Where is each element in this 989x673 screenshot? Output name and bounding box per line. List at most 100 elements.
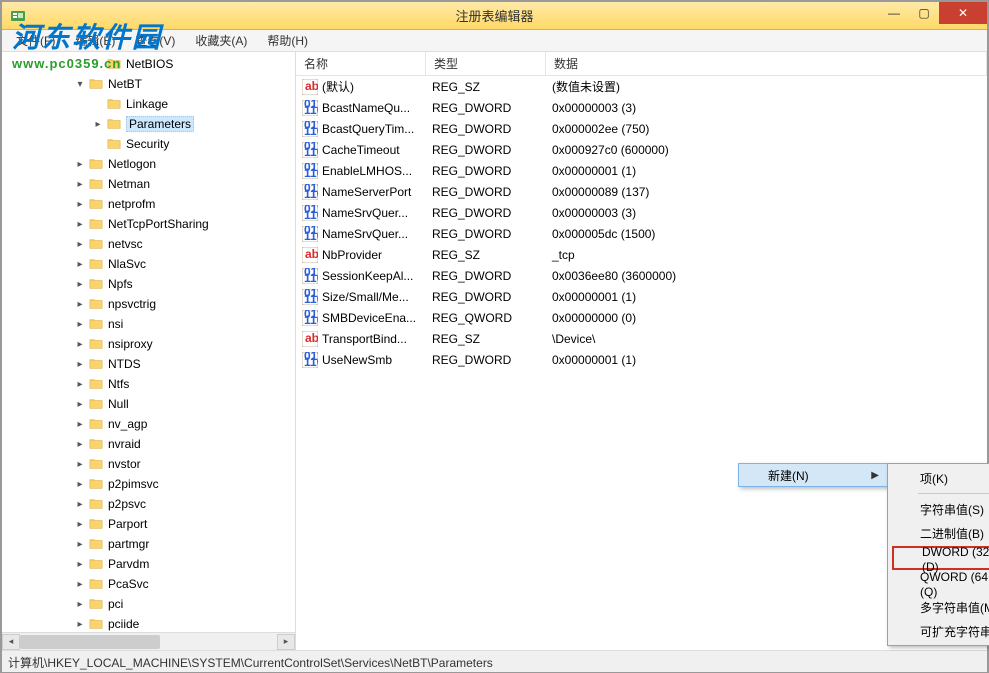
maximize-button[interactable]: ▢ [909, 2, 939, 24]
tree-item[interactable]: ▸netprofm [2, 194, 295, 214]
tree-item[interactable]: ▸pci [2, 594, 295, 614]
tree-item[interactable]: ▸pciide [2, 614, 295, 632]
expand-toggle-icon[interactable]: ▸ [74, 258, 86, 270]
expand-toggle-icon[interactable]: ▸ [74, 278, 86, 290]
tree-item[interactable]: ▾NetBT [2, 74, 295, 94]
expand-toggle-icon[interactable]: ▸ [74, 198, 86, 210]
ctx-newtype-item[interactable]: 可扩充字符串值(E) [890, 619, 989, 643]
value-row[interactable]: UseNewSmbREG_DWORD0x00000001 (1) [296, 349, 987, 370]
value-row[interactable]: BcastNameQu...REG_DWORD0x00000003 (3) [296, 97, 987, 118]
context-menu-primary: 新建(N) ▶ [738, 463, 888, 487]
tree-item[interactable]: ▸ PcaSvc [2, 574, 295, 594]
value-row[interactable]: NbProviderREG_SZ_tcp [296, 244, 987, 265]
tree-item[interactable]: ▸nsiproxy [2, 334, 295, 354]
value-row[interactable]: EnableLMHOS...REG_DWORD0x00000001 (1) [296, 160, 987, 181]
expand-toggle-icon[interactable]: ▸ [92, 118, 104, 130]
ctx-new[interactable]: 新建(N) ▶ [738, 463, 888, 487]
close-button[interactable]: ✕ [939, 2, 987, 24]
ctx-newtype-item[interactable]: QWORD (64 位)值(Q) [890, 571, 989, 595]
value-row[interactable]: CacheTimeoutREG_DWORD0x000927c0 (600000) [296, 139, 987, 160]
expand-toggle-icon[interactable]: ▸ [74, 178, 86, 190]
expand-toggle-icon[interactable]: ▸ [74, 518, 86, 530]
expand-toggle-icon[interactable]: ▸ [74, 438, 86, 450]
tree-item[interactable]: ▸Npfs [2, 274, 295, 294]
tree-item[interactable]: ▸NetTcpPortSharing [2, 214, 295, 234]
tree-item[interactable]: ▸p2pimsvc [2, 474, 295, 494]
tree-item[interactable]: ▸Parameters [2, 114, 295, 134]
tree-item[interactable]: ▸nvraid [2, 434, 295, 454]
expand-toggle-icon[interactable]: ▸ [74, 418, 86, 430]
value-name: Size/Small/Me... [322, 290, 409, 304]
tree-item[interactable]: ▸Null [2, 394, 295, 414]
tree-item[interactable]: ▸NTDS [2, 354, 295, 374]
value-data: 0x00000001 (1) [546, 353, 987, 367]
expand-toggle-icon[interactable]: ▸ [74, 558, 86, 570]
ctx-newtype-item[interactable]: 多字符串值(M) [890, 595, 989, 619]
scroll-track[interactable] [20, 634, 277, 650]
menu-file[interactable]: 文件(F) [8, 30, 63, 51]
value-row[interactable]: Size/Small/Me...REG_DWORD0x00000001 (1) [296, 286, 987, 307]
value-row[interactable]: (默认)REG_SZ(数值未设置) [296, 76, 987, 97]
value-row[interactable]: NameSrvQuer...REG_DWORD0x000005dc (1500) [296, 223, 987, 244]
value-row[interactable]: BcastQueryTim...REG_DWORD0x000002ee (750… [296, 118, 987, 139]
tree-item[interactable]: ▸Netlogon [2, 154, 295, 174]
tree-item[interactable]: ▸Netman [2, 174, 295, 194]
header-data[interactable]: 数据 [546, 52, 987, 75]
menu-favorites[interactable]: 收藏夹(A) [187, 30, 255, 51]
scroll-thumb[interactable] [20, 635, 160, 649]
tree-item[interactable]: ▸NlaSvc [2, 254, 295, 274]
tree-item[interactable]: ▸Parvdm [2, 554, 295, 574]
expand-toggle-icon[interactable]: ▸ [74, 378, 86, 390]
value-row[interactable]: NameSrvQuer...REG_DWORD0x00000003 (3) [296, 202, 987, 223]
tree-item[interactable]: ▸netvsc [2, 234, 295, 254]
expand-toggle-icon[interactable]: ▸ [74, 338, 86, 350]
value-row[interactable]: NameServerPortREG_DWORD0x00000089 (137) [296, 181, 987, 202]
value-list[interactable]: (默认)REG_SZ(数值未设置)BcastNameQu...REG_DWORD… [296, 76, 987, 370]
tree-item[interactable]: ▸Ntfs [2, 374, 295, 394]
expand-toggle-icon[interactable]: ▸ [74, 358, 86, 370]
menu-view[interactable]: 查看(V) [127, 30, 183, 51]
tree-item[interactable]: ▸Parport [2, 514, 295, 534]
tree-item[interactable]: NetBIOS [2, 54, 295, 74]
tree-item[interactable]: ▸nsi [2, 314, 295, 334]
expand-toggle-icon[interactable]: ▸ [74, 538, 86, 550]
tree-item[interactable]: ▸nv_agp [2, 414, 295, 434]
tree-item[interactable]: ▸nvstor [2, 454, 295, 474]
menu-help[interactable]: 帮助(H) [259, 30, 316, 51]
value-row[interactable]: SMBDeviceEna...REG_QWORD0x00000000 (0) [296, 307, 987, 328]
ctx-newtype-item[interactable]: 项(K) [890, 466, 989, 490]
expand-toggle-icon[interactable]: ▾ [74, 78, 86, 90]
expand-toggle-icon[interactable]: ▸ [74, 318, 86, 330]
menu-edit[interactable]: 编辑(E) [67, 30, 123, 51]
tree-item-label: PcaSvc [108, 577, 149, 591]
registry-tree[interactable]: NetBIOS▾NetBTLinkage▸ParametersSecurity▸… [2, 52, 295, 632]
header-type[interactable]: 类型 [426, 52, 546, 75]
expand-toggle-icon[interactable]: ▸ [74, 218, 86, 230]
expand-toggle-icon[interactable]: ▸ [74, 578, 86, 590]
tree-item[interactable]: ▸npsvctrig [2, 294, 295, 314]
tree-item[interactable]: ▸partmgr [2, 534, 295, 554]
tree-item[interactable]: ▸p2psvc [2, 494, 295, 514]
expand-toggle-icon[interactable]: ▸ [74, 498, 86, 510]
header-name[interactable]: 名称 [296, 52, 426, 75]
expand-toggle-icon[interactable]: ▸ [74, 598, 86, 610]
expand-toggle-icon[interactable]: ▸ [74, 458, 86, 470]
ctx-newtype-item[interactable]: DWORD (32 位)值(D) [892, 546, 989, 570]
scroll-left-button[interactable]: ◂ [2, 634, 20, 650]
ctx-newtype-item[interactable]: 二进制值(B) [890, 521, 989, 545]
tree-item[interactable]: Linkage [2, 94, 295, 114]
tree-item[interactable]: Security [2, 134, 295, 154]
value-type: REG_QWORD [426, 311, 546, 325]
value-row[interactable]: TransportBind...REG_SZ\Device\ [296, 328, 987, 349]
expand-toggle-icon[interactable]: ▸ [74, 238, 86, 250]
scroll-right-button[interactable]: ▸ [277, 634, 295, 650]
tree-hscrollbar[interactable]: ◂ ▸ [2, 632, 295, 650]
expand-toggle-icon[interactable]: ▸ [74, 618, 86, 630]
expand-toggle-icon[interactable]: ▸ [74, 298, 86, 310]
expand-toggle-icon[interactable]: ▸ [74, 478, 86, 490]
ctx-newtype-item[interactable]: 字符串值(S) [890, 497, 989, 521]
value-row[interactable]: SessionKeepAl...REG_DWORD0x0036ee80 (360… [296, 265, 987, 286]
expand-toggle-icon[interactable]: ▸ [74, 158, 86, 170]
minimize-button[interactable]: — [879, 2, 909, 24]
expand-toggle-icon[interactable]: ▸ [74, 398, 86, 410]
